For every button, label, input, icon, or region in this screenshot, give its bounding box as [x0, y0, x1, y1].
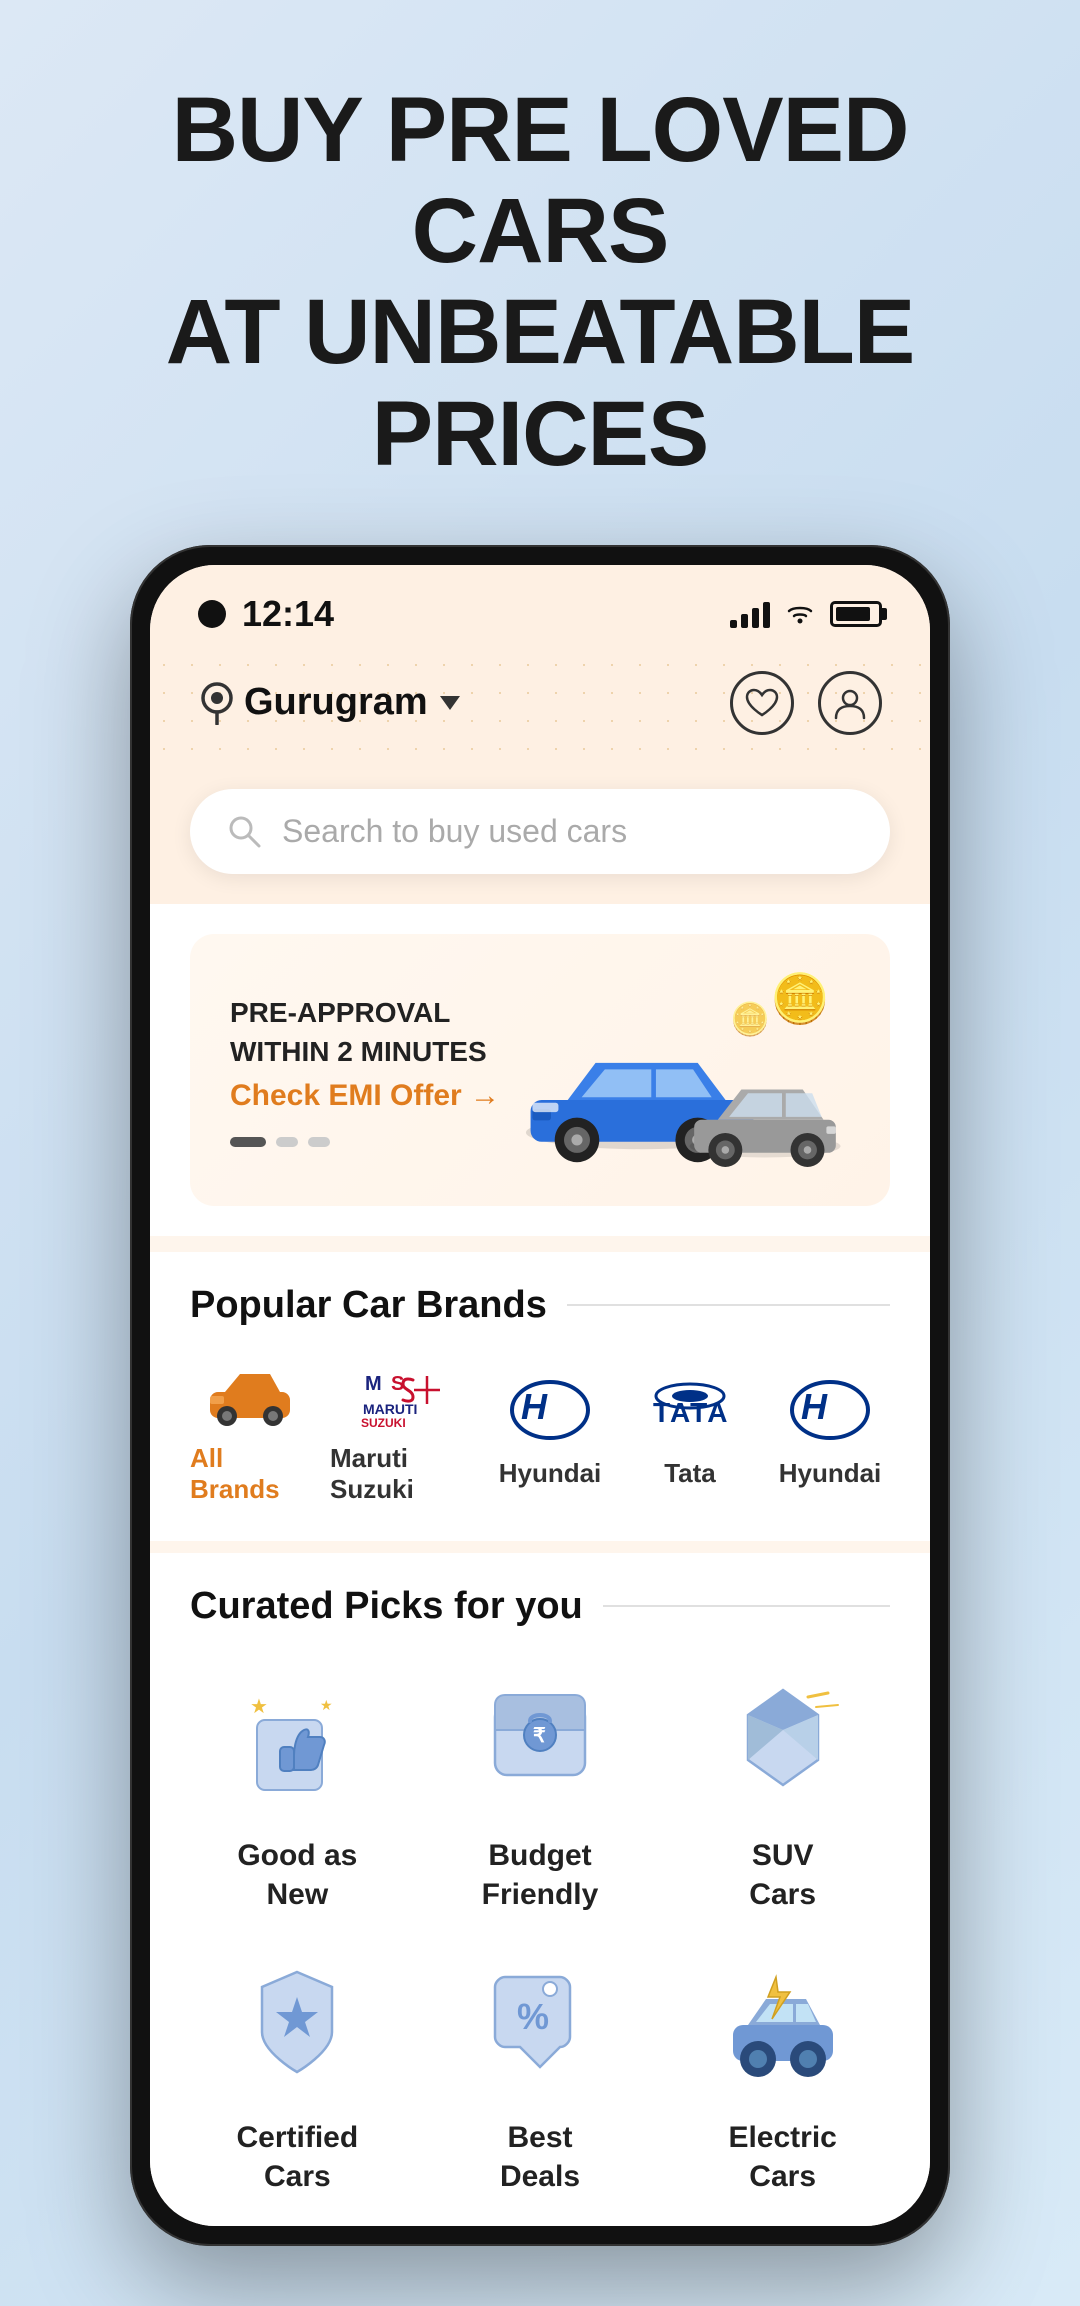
- banner-dot-2: [276, 1137, 298, 1147]
- brands-row: All Brands M S MARUTI SUZUKI: [190, 1359, 890, 1521]
- pick-electric-label: ElectricCars: [728, 2118, 836, 2196]
- svg-text:H: H: [521, 1386, 548, 1427]
- location-label: Gurugram: [244, 681, 428, 724]
- coin-icon: 🪙: [770, 970, 830, 1027]
- svg-text:%: %: [517, 1996, 549, 2037]
- brand-maruti[interactable]: M S MARUTI SUZUKI Maruti Su: [330, 1359, 470, 1505]
- certified-icon: [232, 1957, 362, 2087]
- search-input[interactable]: Search to buy used cars: [282, 813, 627, 850]
- car-gray-image: [680, 1060, 850, 1170]
- pick-good-as-new-label: Good asNew: [237, 1836, 357, 1914]
- profile-icon: [833, 686, 867, 720]
- discount-tag-icon: %: [475, 1957, 605, 2087]
- svg-text:★: ★: [250, 1696, 268, 1718]
- pick-certified-label: CertifiedCars: [236, 2118, 358, 2196]
- status-icons: [730, 600, 882, 628]
- svg-text:★: ★: [320, 1697, 333, 1713]
- banner-dot-3: [308, 1137, 330, 1147]
- status-time-block: 12:14: [198, 593, 334, 635]
- banner-line1: PRE-APPROVAL: [230, 993, 512, 1032]
- popular-brands-section: Popular Car Brands: [150, 1252, 930, 1541]
- brand-hyundai-2-label: Hyundai: [779, 1458, 882, 1489]
- phone-wrapper: 12:14: [0, 525, 1080, 2306]
- all-brands-car-icon: [205, 1362, 295, 1427]
- header-actions: [730, 671, 882, 735]
- status-bar: 12:14: [150, 565, 930, 651]
- svg-text:H: H: [801, 1386, 828, 1427]
- banner-line2: WITHIN 2 MINUTES: [230, 1032, 512, 1071]
- pick-suv-cars-label: SUVCars: [749, 1836, 816, 1914]
- picks-grid: ★ ★ Good asNew: [190, 1660, 890, 2196]
- time-display: 12:14: [242, 593, 334, 635]
- pick-suv-cars[interactable]: SUVCars: [675, 1660, 890, 1914]
- suv-icon: [718, 1675, 848, 1805]
- tata-logo-icon: TATA: [645, 1378, 735, 1443]
- phone-frame: 12:14: [130, 545, 950, 2246]
- banner-dots: [230, 1137, 512, 1147]
- wifi-icon: [784, 603, 816, 625]
- curated-picks-section: Curated Picks for you: [150, 1553, 930, 2226]
- svg-text:₹: ₹: [533, 1725, 546, 1747]
- pick-best-deals-label: BestDeals: [500, 2118, 580, 2196]
- pick-budget-friendly-label: BudgetFriendly: [482, 1836, 599, 1914]
- curated-section-divider: [603, 1605, 890, 1607]
- search-section: Search to buy used cars: [150, 765, 930, 904]
- banner-text: PRE-APPROVAL WITHIN 2 MINUTES Check EMI …: [230, 993, 512, 1147]
- chevron-down-icon: [440, 696, 460, 710]
- banner-dot-1: [230, 1137, 266, 1147]
- pick-certified[interactable]: CertifiedCars: [190, 1942, 405, 2196]
- signal-icon: [730, 600, 770, 628]
- brand-hyundai-1-label: Hyundai: [499, 1458, 602, 1489]
- banner-image: 🪙 🪙: [512, 970, 850, 1170]
- profile-button[interactable]: [818, 671, 882, 735]
- pick-best-deals[interactable]: % BestDeals: [433, 1942, 648, 2196]
- brand-hyundai-2[interactable]: H Hyundai: [770, 1374, 890, 1489]
- banner-card[interactable]: PRE-APPROVAL WITHIN 2 MINUTES Check EMI …: [190, 934, 890, 1206]
- location-selector[interactable]: Gurugram: [198, 681, 460, 725]
- banner-section: PRE-APPROVAL WITHIN 2 MINUTES Check EMI …: [150, 904, 930, 1236]
- location-pin-icon: [198, 681, 236, 725]
- camera-dot: [198, 600, 226, 628]
- curated-picks-header: Curated Picks for you: [190, 1585, 890, 1628]
- hero-section: BUY PRE LOVED CARS AT UNBEATABLE PRICES: [0, 0, 1080, 525]
- maruti-logo-icon: M S MARUTI SUZUKI: [355, 1362, 445, 1427]
- curated-picks-title: Curated Picks for you: [190, 1585, 583, 1628]
- brand-maruti-label: Maruti Suzuki: [330, 1443, 470, 1505]
- banner-cta[interactable]: Check EMI Offer →: [230, 1079, 512, 1113]
- wishlist-button[interactable]: [730, 671, 794, 735]
- section-divider: [567, 1304, 890, 1306]
- brand-all-label: All Brands: [190, 1443, 310, 1505]
- pick-electric[interactable]: ElectricCars: [675, 1942, 890, 2196]
- battery-fill: [836, 607, 870, 621]
- wallet-icon: ₹: [475, 1675, 605, 1805]
- brand-tata[interactable]: TATA Tata: [630, 1374, 750, 1489]
- hero-title: BUY PRE LOVED CARS AT UNBEATABLE PRICES: [60, 80, 1020, 485]
- pick-good-as-new[interactable]: ★ ★ Good asNew: [190, 1660, 405, 1914]
- electric-car-icon: [718, 1957, 848, 2087]
- search-icon: [226, 813, 262, 849]
- svg-text:MARUTI: MARUTI: [363, 1401, 417, 1417]
- popular-brands-title: Popular Car Brands: [190, 1284, 547, 1327]
- pick-budget-friendly[interactable]: ₹ BudgetFriendly: [433, 1660, 648, 1914]
- brand-all-brands[interactable]: All Brands: [190, 1359, 310, 1505]
- brand-tata-label: Tata: [664, 1458, 716, 1489]
- svg-text:M: M: [365, 1373, 382, 1395]
- svg-text:SUZUKI: SUZUKI: [361, 1416, 406, 1427]
- hyundai-logo-icon-2: H: [785, 1378, 875, 1443]
- battery-icon: [830, 601, 882, 627]
- heart-icon: [745, 688, 779, 718]
- phone-screen: 12:14: [150, 565, 930, 2226]
- thumb-up-icon: ★ ★: [232, 1675, 362, 1805]
- hyundai-logo-icon-1: H: [505, 1378, 595, 1443]
- brand-hyundai-1[interactable]: H Hyundai: [490, 1374, 610, 1489]
- popular-brands-header: Popular Car Brands: [190, 1284, 890, 1327]
- search-bar[interactable]: Search to buy used cars: [190, 789, 890, 874]
- app-header: Gurugram: [150, 651, 930, 765]
